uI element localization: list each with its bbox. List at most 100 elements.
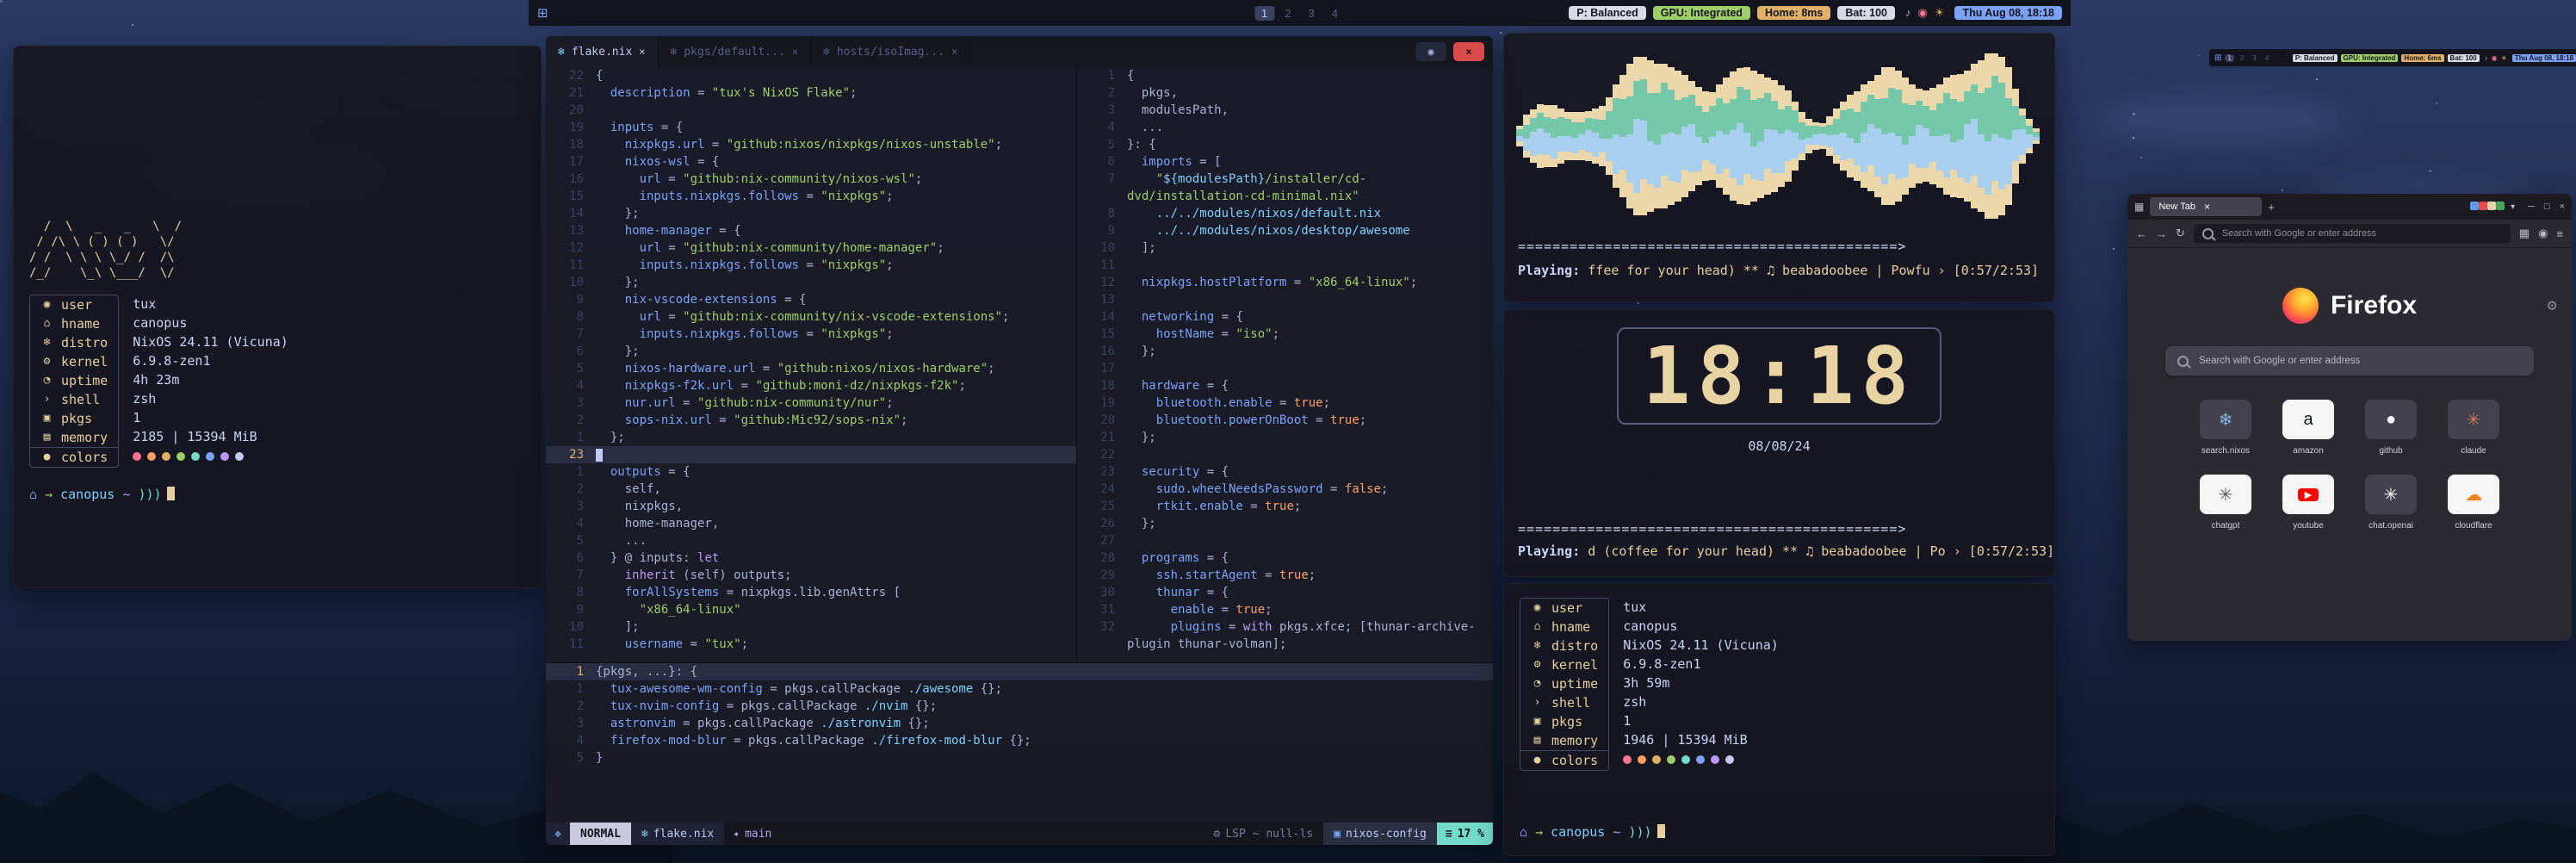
shortcut-tile[interactable]: ✳ [2200, 475, 2251, 514]
code-line: 12 url = "github:nix-community/home-mana… [546, 239, 1076, 257]
shortcut-amazon[interactable]: aamazon [2269, 400, 2348, 456]
extension-icon[interactable] [2496, 202, 2505, 210]
prompt-segment: ))) [1628, 824, 1651, 840]
code-line: 8 ../../modules/nixos/default.nix [1077, 205, 1493, 222]
shortcut-youtube[interactable]: ▶youtube [2269, 475, 2348, 531]
chevron-down-icon[interactable]: ▾ [2511, 202, 2515, 212]
shortcut-tile[interactable]: ✳ [2365, 475, 2417, 514]
pkgs-icon: ▣ [1531, 712, 1544, 731]
launcher-menu-icon[interactable]: ⊞ [2214, 53, 2221, 63]
code-line: 17 nixos-wsl = { [546, 153, 1076, 171]
terminal-fastfetch-left[interactable]: / \ _ _ \ / / /\ \ ( ) ( ) \/ / / \ \ \ … [13, 46, 542, 588]
menu-icon[interactable]: ≡ [2556, 227, 2563, 240]
workspace-1[interactable]: 1 [2225, 54, 2233, 62]
close-buffer-button[interactable]: × [1453, 42, 1484, 61]
editor-tab-pkgs-default-[interactable]: ❄pkgs/default...× [659, 36, 811, 67]
shortcut-chat.openai[interactable]: ✳chat.openai [2351, 475, 2430, 531]
workspace-3[interactable]: 3 [1302, 6, 1322, 21]
code-line: 8 url = "github:nix-community/nix-vscode… [546, 308, 1076, 326]
workspace-3[interactable]: 3 [2250, 54, 2258, 62]
music-tray-icon[interactable]: ♪ [2485, 54, 2488, 62]
shortcut-claude[interactable]: ✳claude [2434, 400, 2513, 456]
shortcut-tile[interactable]: ☁ [2448, 475, 2499, 514]
shortcut-tile[interactable]: ▶ [2282, 475, 2334, 514]
refresh-icon[interactable]: ↻ [2176, 227, 2185, 240]
firefox-view-icon[interactable]: ▦ [2134, 201, 2144, 213]
back-icon[interactable]: ← [2136, 227, 2147, 240]
notification-tray-icon[interactable]: ◉ [2492, 54, 2498, 62]
code-line: 20 [546, 102, 1076, 119]
music-tray-icon[interactable]: ♪ [1905, 6, 1911, 20]
terminal-fastfetch-right[interactable]: ◉user⌂hname❄distro⚙kernel◔uptime›shell▣p… [1503, 583, 2055, 856]
newtab-search-input[interactable] [2197, 355, 2522, 367]
code-line: 11 username = "tux"; [546, 636, 1076, 653]
shortcut-github[interactable]: ●github [2351, 400, 2430, 456]
launcher-menu-icon[interactable]: ⊞ [537, 5, 548, 21]
tab-close-icon[interactable]: × [951, 46, 957, 58]
maximize-button[interactable]: □ [2544, 202, 2550, 212]
editor-tab-flake-nix[interactable]: ❄flake.nix× [546, 36, 659, 67]
notification-tray-icon[interactable]: ◉ [1917, 6, 1927, 20]
visualizer-bar [1530, 109, 1537, 163]
brightness-tray-icon[interactable]: ☀ [1935, 6, 1945, 20]
shortcut-chatgpt[interactable]: ✳chatgpt [2186, 475, 2265, 531]
extension-icon[interactable] [2487, 202, 2496, 210]
status-bar-primary: ⊞ 1234 P: BalancedGPU: IntegratedHome: 8… [529, 0, 2071, 26]
workspace-4[interactable]: 4 [1325, 6, 1345, 21]
now-playing: Playing: d (coffee for your head) ** ♫ b… [1518, 542, 2054, 561]
prompt-segment: ⌂ [29, 487, 45, 502]
editor-pane-pkgs-default[interactable]: 1{pkgs, ...}: {1 tux-awesome-wm-config =… [546, 662, 1493, 823]
shortcut-search.nixos[interactable]: ❄search.nixos [2186, 400, 2265, 456]
ascii-art-logo: / \ _ _ \ / / /\ \ ( ) ( ) \/ / / \ \ \ … [29, 219, 541, 281]
account-icon[interactable]: ◉ [2538, 227, 2548, 240]
visualizer-bar [1764, 78, 1771, 195]
editor-tab-hosts-isoImag-[interactable]: ❄hosts/isoImag...× [811, 36, 970, 67]
visualizer-bar [2033, 128, 2040, 144]
terminal-visualizer[interactable]: ========================================… [1503, 33, 2055, 302]
forward-icon[interactable]: → [2156, 227, 2167, 240]
workspace-4[interactable]: 4 [2263, 54, 2271, 62]
brightness-tray-icon[interactable]: ☀ [2501, 54, 2507, 62]
shell-prompt[interactable]: ⌂ → canopus ~ ))) [1520, 823, 1665, 841]
visualizer-bar [1936, 84, 1943, 188]
visualizer-bar [1606, 97, 1613, 175]
tab-close-icon[interactable]: × [792, 46, 798, 58]
info-value-memory: 1946 | 15394 MiB [1623, 730, 1779, 749]
terminal-clock[interactable]: 18:18 08/08/24 =========================… [1503, 309, 2055, 577]
workspace-2[interactable]: 2 [2238, 54, 2246, 62]
gear-icon[interactable]: ⚙ [2547, 298, 2558, 314]
shortcut-tile[interactable]: a [2282, 400, 2334, 439]
info-value-hname: canopus [133, 314, 288, 332]
extension-icon[interactable] [2479, 202, 2487, 210]
shortcut-tile[interactable]: ✳ [2448, 400, 2499, 439]
extension-icon[interactable] [2470, 202, 2479, 210]
shell-prompt[interactable]: ⌂ → canopus ~ ))) [29, 485, 541, 504]
newtab-search-bar[interactable] [2165, 346, 2534, 376]
firefox-window[interactable]: ▦ New Tab × + ▾ ─ □ × ← → ↻ ▦ ◉ ≡ ⚙ [2127, 194, 2572, 641]
browser-tab-new-tab[interactable]: New Tab × [2150, 197, 2262, 216]
workspace-2[interactable]: 2 [1278, 6, 1297, 21]
close-window-button[interactable]: × [2560, 202, 2565, 212]
minimize-button[interactable]: ─ [2528, 202, 2535, 212]
tab-close-icon[interactable]: × [639, 46, 645, 58]
code-line: 24 sudo.wheelNeedsPassword = false; [1077, 481, 1493, 498]
tab-close-icon[interactable]: × [2204, 201, 2210, 213]
url-bar-input[interactable] [2220, 227, 2502, 239]
visualizer-bar [1812, 122, 1819, 150]
workspace-1[interactable]: 1 [1254, 6, 1274, 21]
shortcut-tile[interactable]: ● [2365, 400, 2417, 439]
neovim-window[interactable]: ❄flake.nix×❄pkgs/default...×❄hosts/isoIm… [546, 36, 1493, 845]
editor-pane-isoimage[interactable]: 1{2 pkgs,3 modulesPath,4 ...5}: {6 impor… [1077, 67, 1493, 662]
visualizer-bar [1881, 67, 1888, 205]
editor-pane-flake-nix[interactable]: 22{21 description = "tux's NixOS Flake";… [546, 67, 1077, 662]
shortcut-cloudflare[interactable]: ☁cloudflare [2434, 475, 2513, 531]
code-line: 12 nixpkgs.hostPlatform = "x86_64-linux"… [1077, 274, 1493, 291]
visualizer-bar [1675, 71, 1681, 202]
code-line: 10 ]; [546, 618, 1076, 636]
visualizer-bar [1709, 92, 1716, 180]
extensions-icon[interactable]: ▦ [2519, 227, 2530, 240]
shortcut-tile[interactable]: ❄ [2200, 400, 2251, 439]
visibility-toggle-button[interactable]: ◉ [1415, 42, 1446, 61]
url-bar[interactable] [2194, 224, 2511, 243]
new-tab-button[interactable]: + [2268, 201, 2275, 214]
